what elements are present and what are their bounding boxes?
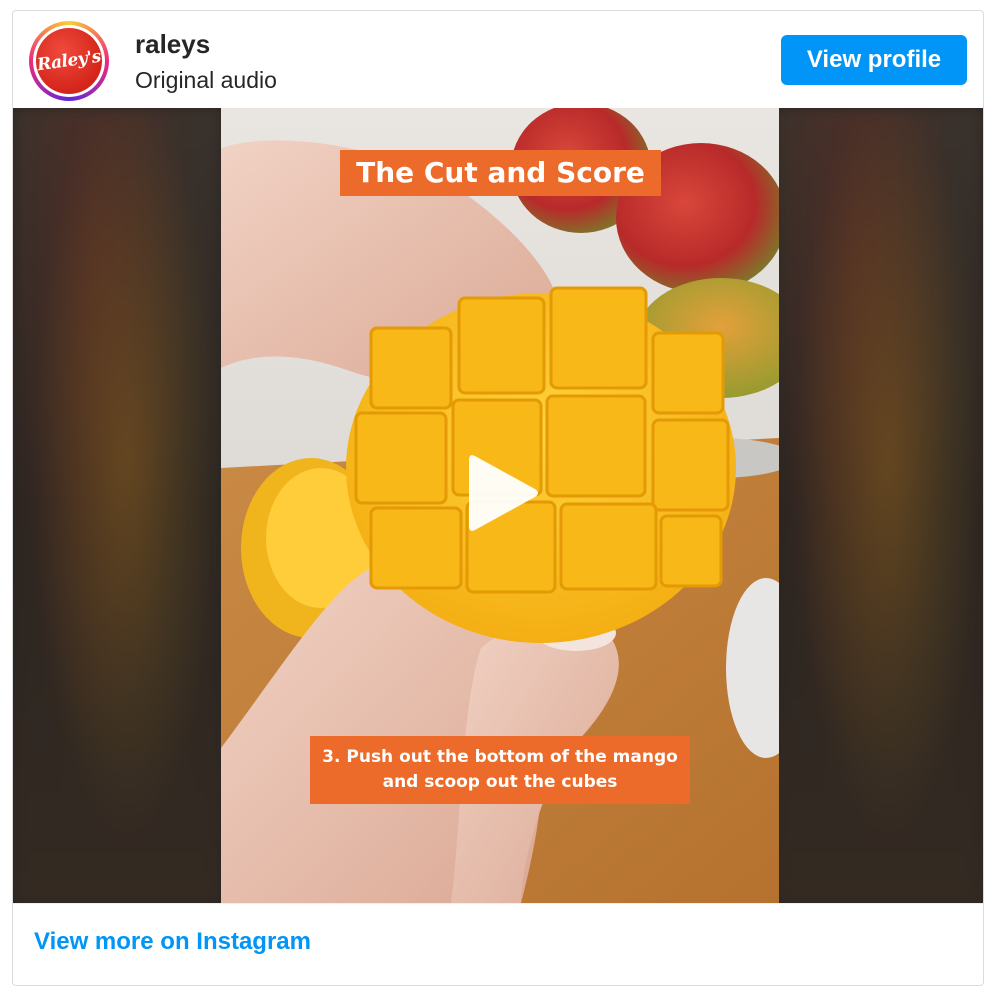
raleys-logo-text: Raley's [35,46,103,76]
video-media[interactable]: The Cut and Score 3. Push out the bottom… [13,108,983,903]
instagram-embed-card: Raley's raleys Original audio View profi… [12,10,984,986]
username[interactable]: raleys [135,29,210,60]
play-icon [469,455,538,531]
audio-label[interactable]: Original audio [135,67,277,94]
view-more-on-instagram-link[interactable]: View more on Instagram [34,928,311,956]
post-header: Raley's raleys Original audio View profi… [13,11,983,109]
play-button[interactable] [455,448,555,548]
blurred-backdrop-left [13,108,221,903]
video-title-overlay: The Cut and Score [340,150,661,196]
blurred-backdrop-right [775,108,983,903]
view-profile-button[interactable]: View profile [781,35,967,85]
raleys-logo: Raley's [36,28,102,94]
avatar-border: Raley's [33,25,105,97]
profile-avatar[interactable]: Raley's [29,21,109,101]
video-frame[interactable]: The Cut and Score 3. Push out the bottom… [221,108,779,903]
post-footer: View more on Instagram [13,903,983,985]
video-caption-overlay: 3. Push out the bottom of the mango and … [310,736,690,804]
